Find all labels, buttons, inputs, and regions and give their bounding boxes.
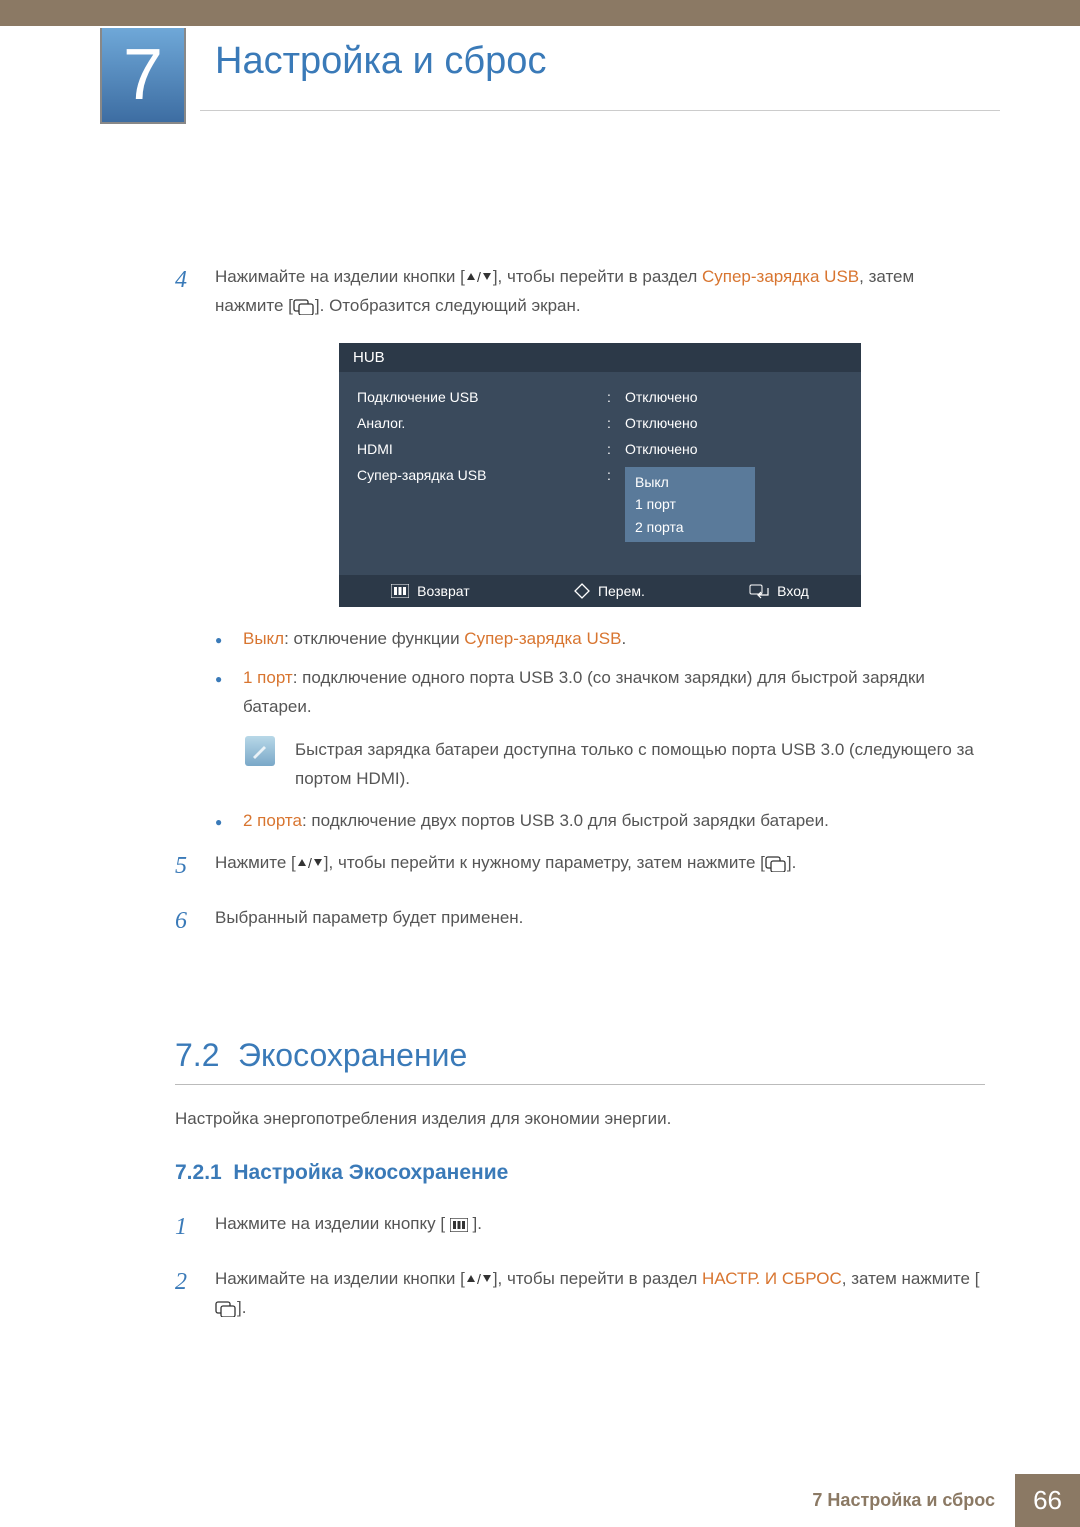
section-desc: Настройка энергопотребления изделия для …	[175, 1109, 985, 1129]
step-number: 1	[175, 1207, 215, 1248]
step-number: 6	[175, 901, 215, 942]
header-line	[200, 110, 1000, 111]
bullet-item: ● 2 порта: подключение двух портов USB 3…	[215, 807, 985, 836]
footer-move: Перем.	[574, 583, 645, 599]
section-title: Экосохранение	[238, 1037, 467, 1073]
svg-text:/: /	[308, 855, 312, 871]
subsection-7-2-1: 7.2.1 Настройка Экосохранение	[175, 1161, 985, 1185]
bullet-item: ● 1 порт: подключение одного порта USB 3…	[215, 664, 985, 722]
hub-dropdown: Выкл 1 порт 2 порта	[625, 467, 755, 542]
footer-back: Возврат	[391, 583, 470, 599]
hub-row-active: Супер-зарядка USB : Выкл 1 порт 2 порта	[357, 462, 843, 547]
hub-footer: Возврат Перем. Вход	[339, 575, 861, 607]
step-6: 6 Выбранный параметр будет применен.	[175, 901, 985, 942]
chapter-title: Настройка и сброс	[215, 40, 546, 83]
enter-icon	[215, 1299, 237, 1317]
enter-icon	[749, 583, 769, 599]
note-icon	[245, 736, 275, 766]
section-line	[175, 1084, 985, 1085]
bullet-dot: ●	[215, 664, 243, 722]
bullet-item: ● Выкл: отключение функции Супер-зарядка…	[215, 625, 985, 654]
footer-page-number: 66	[1015, 1474, 1080, 1527]
content-area: 4 Нажимайте на изделии кнопки [/], чтобы…	[175, 260, 985, 1336]
svg-text:/: /	[477, 269, 481, 285]
section-7-2: 7.2 Экосохранение Настройка энергопотреб…	[175, 1037, 985, 1323]
step-text: Нажимайте на изделии кнопки [/], чтобы п…	[215, 260, 985, 321]
step-5: 5 Нажмите [/], чтобы перейти к нужному п…	[175, 846, 985, 887]
up-down-icon: /	[465, 1271, 493, 1287]
bullet-dot: ●	[215, 625, 243, 654]
chapter-number-badge: 7	[100, 28, 186, 124]
hub-body: Подключение USB : Отключено Аналог. : От…	[339, 372, 861, 575]
note-block: Быстрая зарядка батареи доступна только …	[245, 736, 985, 794]
hub-osd-panel: HUB Подключение USB : Отключено Аналог. …	[339, 343, 861, 607]
step-7-2-1-2: 2 Нажимайте на изделии кнопки [/], чтобы…	[175, 1262, 985, 1323]
step-number: 2	[175, 1262, 215, 1323]
highlight-text: Супер-зарядка USB	[702, 267, 859, 286]
hub-row: Подключение USB : Отключено	[357, 384, 843, 410]
step-4: 4 Нажимайте на изделии кнопки [/], чтобы…	[175, 260, 985, 321]
up-down-icon: /	[296, 855, 324, 871]
hub-header: HUB	[339, 343, 861, 372]
bullet-dot: ●	[215, 807, 243, 836]
hub-row: Аналог. : Отключено	[357, 410, 843, 436]
footer-enter: Вход	[749, 583, 809, 599]
menu-icon	[450, 1218, 468, 1232]
section-number: 7.2	[175, 1037, 219, 1073]
menu-icon	[391, 584, 409, 598]
step-number: 4	[175, 260, 215, 321]
footer-text: 7 Настройка и сброс	[792, 1474, 1015, 1527]
step-number: 5	[175, 846, 215, 887]
svg-text:/: /	[477, 1271, 481, 1287]
hub-row: HDMI : Отключено	[357, 436, 843, 462]
diamond-icon	[574, 583, 590, 599]
step-7-2-1-1: 1 Нажмите на изделии кнопку [ ].	[175, 1207, 985, 1248]
top-bar	[0, 0, 1080, 26]
chapter-number: 7	[123, 34, 163, 116]
enter-icon	[293, 297, 315, 315]
page-footer: 7 Настройка и сброс 66	[792, 1474, 1080, 1527]
up-down-icon: /	[465, 269, 493, 285]
enter-icon	[765, 854, 787, 872]
